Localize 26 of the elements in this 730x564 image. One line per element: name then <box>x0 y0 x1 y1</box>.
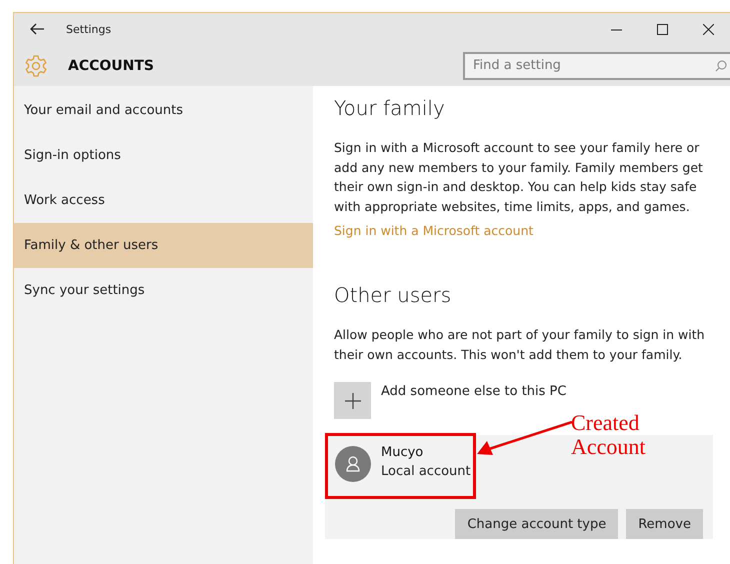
page-title: ACCOUNTS <box>68 58 154 74</box>
close-icon <box>702 24 714 34</box>
account-type: Local account <box>381 464 471 479</box>
callout-label: Created Account <box>571 411 646 459</box>
avatar-icon <box>335 446 371 482</box>
add-user-label[interactable]: Add someone else to this PC <box>381 384 566 399</box>
family-description: Sign in with a Microsoft account to see your family here or add any new members to your family. Family members get their own sign-in and desktop. You can help kids stay safe with appropriate websites, time limits, apps, and games. <box>334 139 704 216</box>
search-field[interactable]: Find a setting <box>463 52 730 80</box>
account-button[interactable]: Change account type <box>455 509 618 539</box>
sidebar-item[interactable]: Sync your settings <box>14 268 313 313</box>
other-users-description: Allow people who are not part of your family to sign in with their own accounts. This won't add them to your family. <box>334 326 706 364</box>
section-heading: Other users <box>334 283 452 307</box>
sidebar-item[interactable]: Work access <box>14 178 313 223</box>
sidebar-item[interactable]: Sign-in options <box>14 133 313 178</box>
account-button[interactable]: Remove <box>626 509 703 539</box>
back-icon[interactable] <box>30 23 44 35</box>
sidebar-item[interactable]: Family & other users <box>14 223 313 268</box>
gear-icon <box>24 54 48 78</box>
section-heading: Your family <box>334 96 446 120</box>
maximize-icon <box>656 24 668 34</box>
sidebar-item[interactable]: Your email and accounts <box>14 88 313 133</box>
search-icon <box>715 60 727 72</box>
user-name: Mucyo <box>381 445 424 460</box>
window-title: Settings <box>66 22 112 36</box>
add-user-button[interactable] <box>334 382 371 419</box>
plus-icon <box>344 392 360 408</box>
